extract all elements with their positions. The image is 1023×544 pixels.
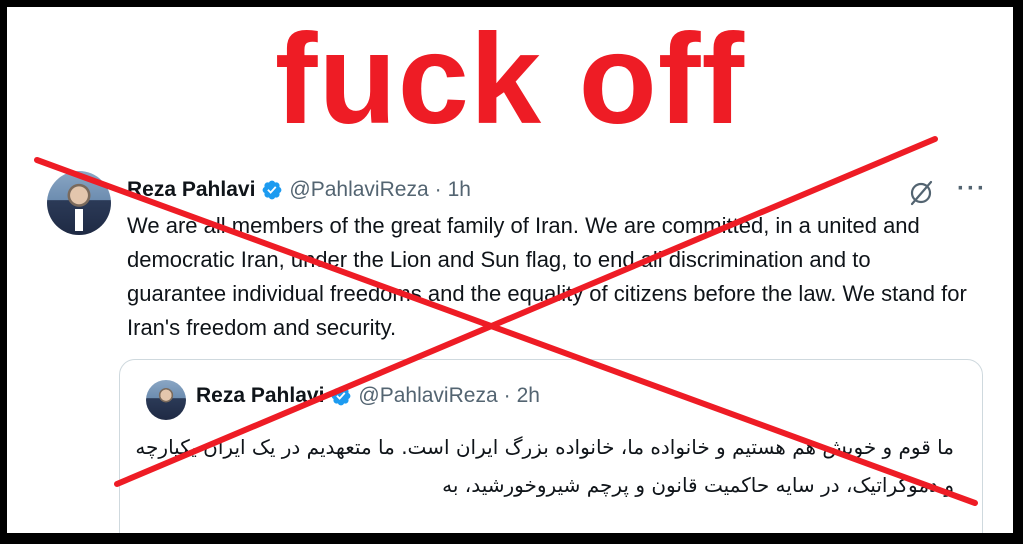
screenshot-frame: fuck off Reza Pahlavi @PahlaviReza · 1h … [7, 7, 1013, 533]
tweet-header: Reza Pahlavi @PahlaviReza · 1h [127, 175, 471, 205]
quoted-tweet-text: ما قوم و خویش هم هستیم و خانواده ما، خان… [135, 435, 954, 497]
more-options-icon[interactable]: ··· [957, 175, 987, 203]
quoted-tweet[interactable]: Reza Pahlavi @PahlaviReza · 2h ما قوم و … [119, 359, 983, 533]
quoted-tweet-timestamp[interactable]: 2h [517, 384, 540, 408]
separator-dot: · [434, 178, 442, 201]
author-handle[interactable]: @PahlaviReza [289, 178, 428, 202]
separator-dot: · [503, 384, 511, 407]
quoted-author-avatar[interactable] [146, 380, 186, 420]
tweet-timestamp[interactable]: 1h [448, 178, 471, 202]
overlay-headline: fuck off [274, 8, 746, 151]
quoted-tweet-header: Reza Pahlavi @PahlaviReza · 2h [196, 384, 540, 408]
grok-icon[interactable] [907, 179, 935, 207]
verified-badge-icon [263, 180, 282, 200]
quoted-author-name[interactable]: Reza Pahlavi [196, 384, 324, 408]
quoted-author-handle[interactable]: @PahlaviReza [358, 384, 497, 408]
author-name[interactable]: Reza Pahlavi [127, 178, 255, 202]
tweet-text: We are all members of the great family o… [127, 213, 967, 340]
verified-badge-icon [332, 386, 351, 406]
author-avatar[interactable] [47, 171, 111, 235]
